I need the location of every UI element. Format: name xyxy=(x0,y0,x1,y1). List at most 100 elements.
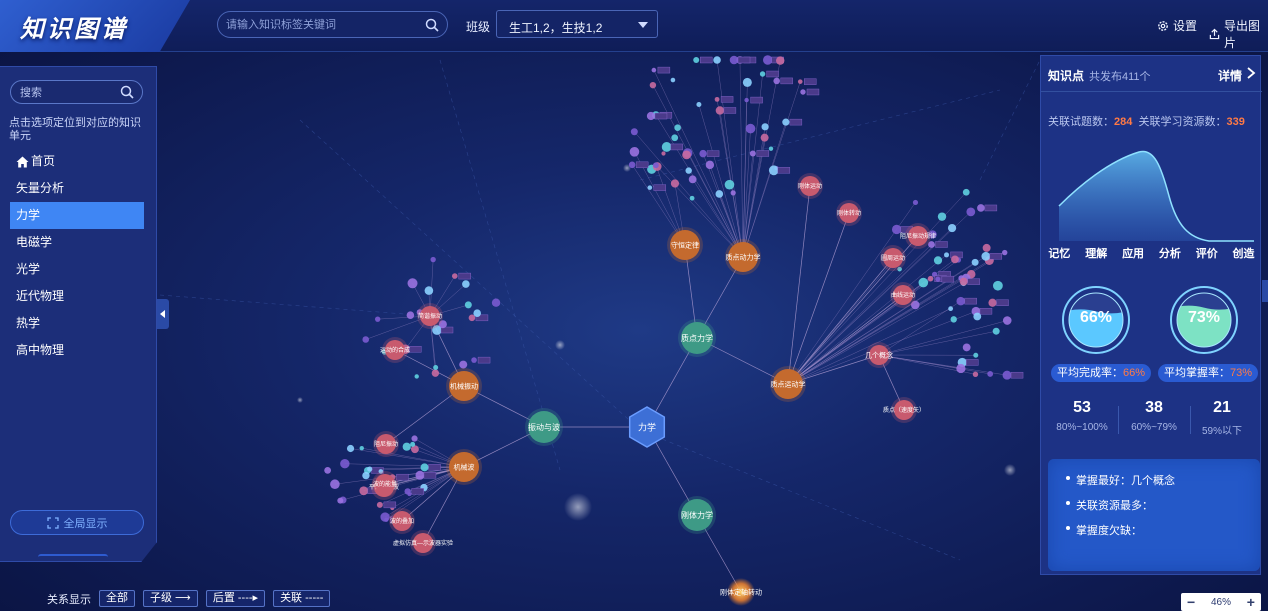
leaf-node[interactable] xyxy=(724,179,735,190)
sidebar-item-thermodynamics[interactable]: 热学 xyxy=(10,310,144,337)
leaf-node[interactable] xyxy=(948,306,954,312)
leaf-node[interactable] xyxy=(689,195,695,201)
leaf-node[interactable] xyxy=(406,311,415,320)
leaf-node[interactable] xyxy=(982,243,991,252)
zoom-in-button[interactable]: + xyxy=(1247,595,1255,609)
tertiary-node[interactable]: 波的叠加 xyxy=(389,508,415,534)
leaf-node[interactable] xyxy=(956,296,966,306)
leaf-node[interactable] xyxy=(715,106,725,115)
leaf-node[interactable] xyxy=(346,444,355,453)
leaf-node[interactable] xyxy=(973,352,979,358)
leaf-node[interactable] xyxy=(715,190,724,198)
tertiary-node[interactable]: 波的能量 xyxy=(372,471,398,497)
leaf-node[interactable] xyxy=(962,343,971,352)
leaf-node[interactable] xyxy=(340,459,350,469)
leaf-node[interactable] xyxy=(410,441,416,447)
tertiary-node[interactable]: 简谐振动 xyxy=(417,303,443,329)
leaf-node[interactable] xyxy=(404,488,411,495)
leaf-node[interactable] xyxy=(374,316,381,322)
leaf-node[interactable] xyxy=(462,280,470,288)
tertiary-node[interactable]: 阻尼振动 xyxy=(373,431,399,457)
secondary-node[interactable]: 机械波 xyxy=(446,449,482,485)
tertiary-node[interactable]: 质点（速度矢） xyxy=(883,397,925,423)
sidebar-item-vector-analysis[interactable]: 矢量分析 xyxy=(10,175,144,202)
leaf-node[interactable] xyxy=(742,77,752,87)
leaf-node[interactable] xyxy=(763,55,773,65)
leaf-node[interactable] xyxy=(988,298,997,307)
knowledge-search-input[interactable] xyxy=(226,17,416,33)
leaf-node[interactable] xyxy=(797,79,803,84)
leaf-node[interactable] xyxy=(768,146,774,151)
class-select[interactable]: 生工1,2，生技1,2 xyxy=(496,10,658,38)
leaf-node[interactable] xyxy=(918,277,929,288)
leaf-node[interactable] xyxy=(367,466,373,472)
secondary-node[interactable]: 几个概念 xyxy=(865,342,893,368)
leaf-node[interactable] xyxy=(782,118,790,126)
leaf-node[interactable] xyxy=(651,67,657,73)
leaf-node[interactable] xyxy=(800,89,806,95)
leaf-node[interactable] xyxy=(760,133,769,142)
leaf-node[interactable] xyxy=(933,256,943,265)
leaf-node[interactable] xyxy=(773,77,780,85)
leaf-node[interactable] xyxy=(759,71,766,77)
leaf-node[interactable] xyxy=(674,124,681,132)
root-node[interactable]: 力学 xyxy=(628,406,666,448)
leaf-node[interactable] xyxy=(962,188,970,196)
leaf-node[interactable] xyxy=(415,470,425,480)
leaf-node[interactable] xyxy=(402,442,411,451)
secondary-node[interactable]: 质点运动学 xyxy=(770,366,806,402)
sidebar-item-modern-physics[interactable]: 近代物理 xyxy=(10,283,144,310)
leaf-node[interactable] xyxy=(471,357,477,363)
leaf-node[interactable] xyxy=(956,363,966,374)
primary-node[interactable]: 质点力学 xyxy=(678,319,716,357)
leaf-node[interactable] xyxy=(420,463,429,472)
leaf-node[interactable] xyxy=(714,96,720,102)
leaf-node[interactable] xyxy=(688,175,697,184)
chevron-right-icon[interactable] xyxy=(1246,67,1256,79)
leaf-node[interactable] xyxy=(407,278,418,289)
leaf-node[interactable] xyxy=(972,371,979,377)
leaf-node[interactable] xyxy=(992,280,1003,291)
leaf-node[interactable] xyxy=(682,150,692,160)
knowledge-search-box[interactable] xyxy=(217,11,448,38)
leaf-node[interactable] xyxy=(376,501,383,508)
tertiary-node[interactable]: 刚体运动 xyxy=(797,173,823,199)
leaf-node[interactable] xyxy=(973,312,982,321)
leaf-node[interactable] xyxy=(935,276,941,282)
relation-successor-button[interactable]: 后置 ----▸ xyxy=(205,590,266,607)
zoom-out-button[interactable]: − xyxy=(1187,595,1195,609)
leaf-node[interactable] xyxy=(359,445,364,451)
leaf-node[interactable] xyxy=(473,309,481,317)
primary-node[interactable]: 振动与波 xyxy=(525,408,563,446)
leaf-node[interactable] xyxy=(1002,316,1012,325)
leaf-node[interactable] xyxy=(730,190,736,196)
leaf-node[interactable] xyxy=(977,204,985,212)
leaf-node[interactable] xyxy=(628,161,636,169)
leaf-node[interactable] xyxy=(927,275,934,282)
sidebar-item-mechanics[interactable]: 力学 xyxy=(10,202,144,229)
leaf-node[interactable] xyxy=(685,167,692,174)
leaf-node[interactable] xyxy=(951,255,959,264)
tertiary-node[interactable]: 运动的合成 xyxy=(380,337,410,363)
leaf-node[interactable] xyxy=(987,371,994,377)
leaf-node[interactable] xyxy=(629,147,640,157)
sidebar-item-optics[interactable]: 光学 xyxy=(10,256,144,283)
leaf-node[interactable] xyxy=(713,56,721,64)
sidebar-item-electromagnetism[interactable]: 电磁学 xyxy=(10,229,144,256)
leaf-node[interactable] xyxy=(431,369,440,377)
search-icon[interactable] xyxy=(425,18,439,32)
leaf-node[interactable] xyxy=(670,179,680,188)
leaf-node[interactable] xyxy=(696,102,702,108)
leaf-node[interactable] xyxy=(745,123,756,134)
secondary-node[interactable]: 机械振动 xyxy=(446,368,482,404)
detail-link[interactable]: 详情 xyxy=(1218,67,1242,84)
leaf-node[interactable] xyxy=(950,316,957,323)
tertiary-node[interactable]: 刚体转动 xyxy=(836,200,862,226)
leaf-node[interactable] xyxy=(699,149,707,158)
leaf-node[interactable] xyxy=(362,336,370,343)
leaf-node[interactable] xyxy=(992,327,1000,335)
leaf-node[interactable] xyxy=(330,479,340,490)
leaf-node[interactable] xyxy=(661,151,666,156)
leaf-node[interactable] xyxy=(705,160,715,170)
leaf-node[interactable] xyxy=(1002,249,1008,256)
